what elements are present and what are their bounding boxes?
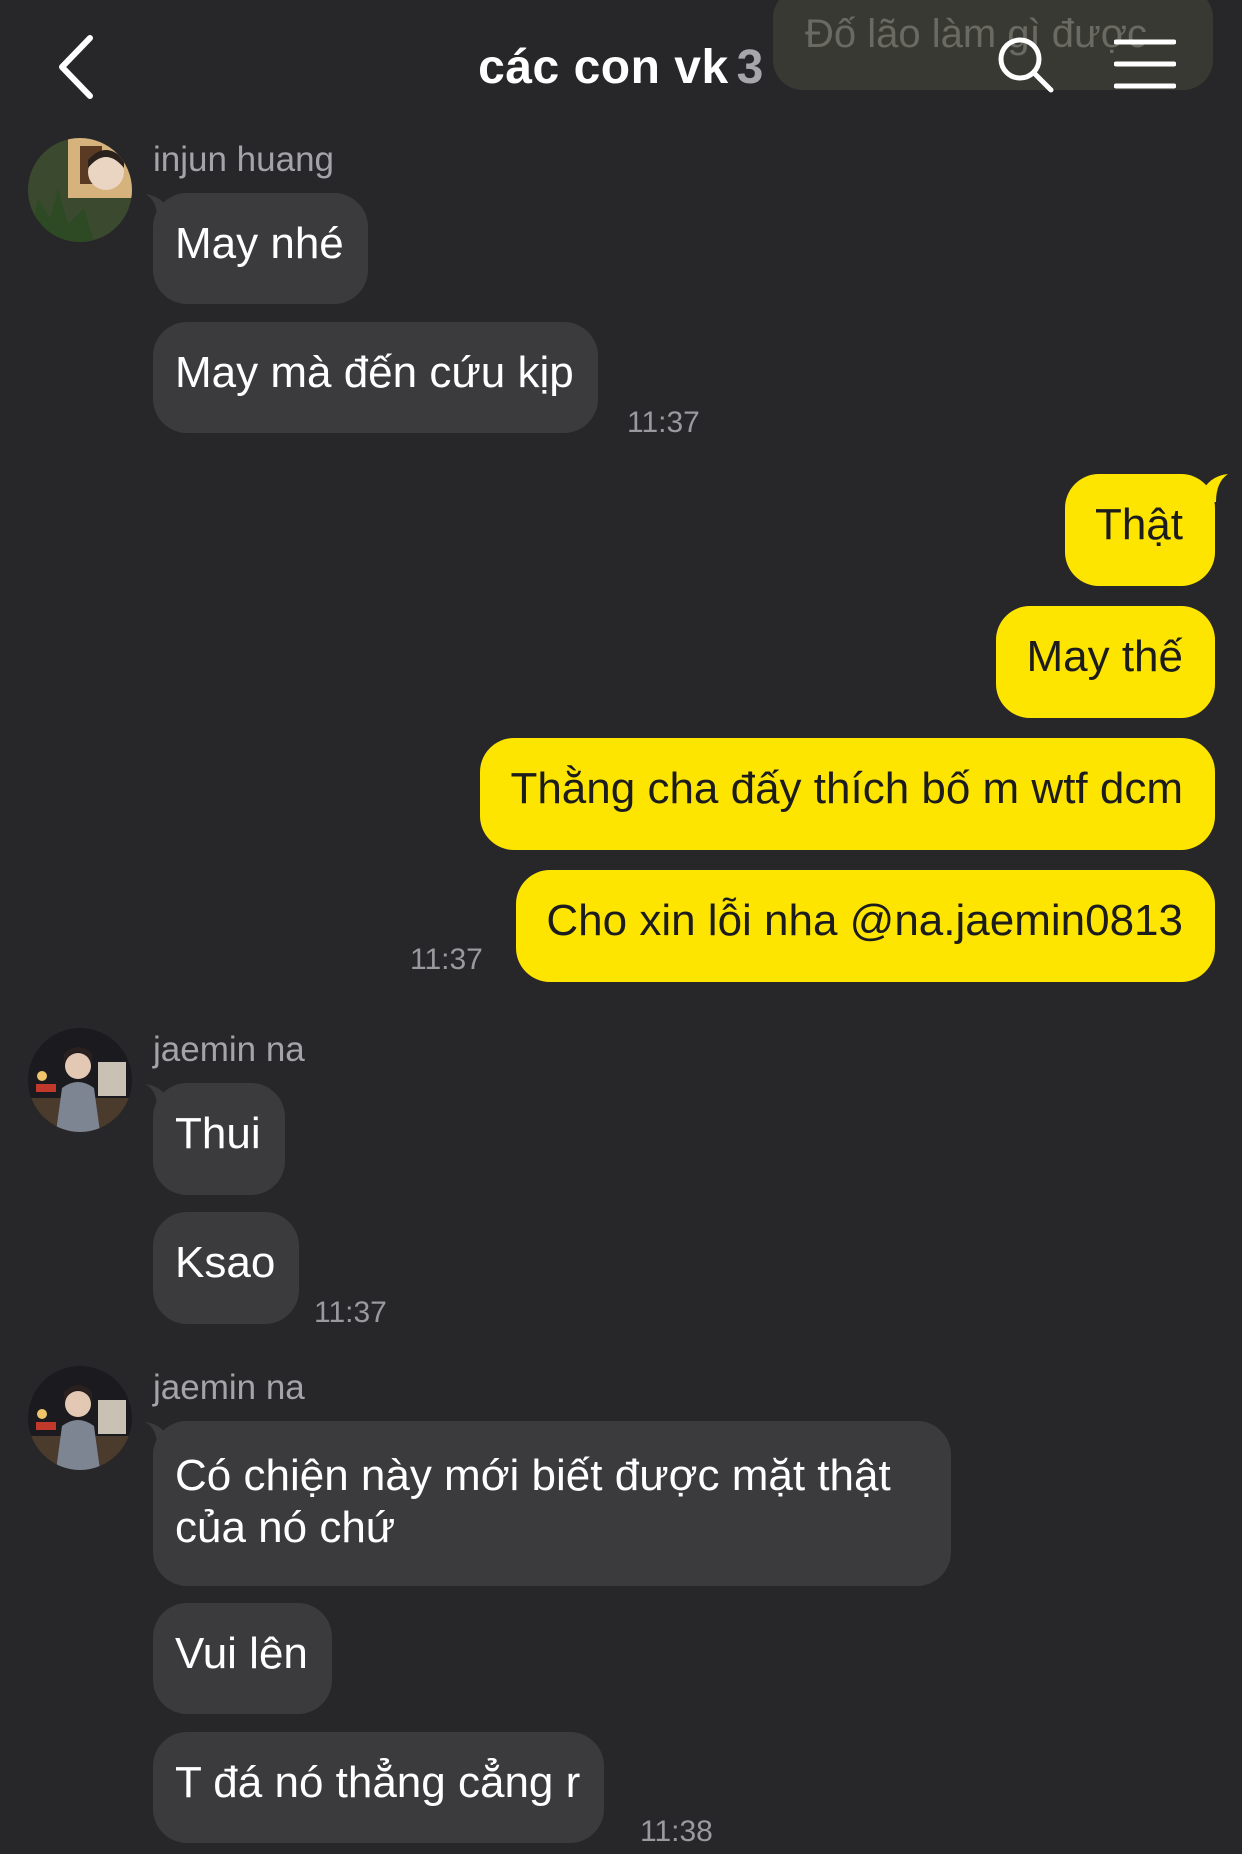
message-timestamp: 11:38 (640, 1815, 713, 1848)
sender-name: injun huang (153, 140, 334, 179)
sender-name: jaemin na (153, 1030, 305, 1069)
my-message-bubble[interactable]: May thế (996, 606, 1215, 718)
search-button[interactable] (995, 34, 1057, 96)
my-message-bubble[interactable]: Thằng cha đấy thích bố m wtf dcm (480, 738, 1215, 850)
message-bubble[interactable]: Vui lên (153, 1603, 332, 1714)
chat-header: Đố lão làm gì được các con vk 3 (0, 0, 1242, 128)
message-timestamp: 11:37 (627, 406, 700, 439)
message-timestamp: 11:37 (410, 943, 483, 976)
avatar-injun-huang[interactable] (28, 138, 132, 242)
avatar-jaemin-na[interactable] (28, 1028, 132, 1132)
menu-button[interactable] (1113, 38, 1177, 90)
avatar-photo (28, 1366, 132, 1470)
hamburger-menu-icon (1113, 39, 1177, 89)
search-icon (998, 37, 1054, 93)
message-bubble[interactable]: Thui (153, 1083, 285, 1195)
member-count: 3 (736, 41, 764, 94)
message-timestamp: 11:37 (314, 1296, 387, 1329)
message-bubble[interactable]: May nhé (153, 193, 368, 304)
chat-room-name: các con vk (478, 41, 729, 94)
my-message-bubble[interactable]: Cho xin lỗi nha @na.jaemin0813 (516, 870, 1215, 982)
message-bubble[interactable]: Có chiện này mới biết được mặt thật của … (153, 1421, 951, 1586)
avatar-photo (28, 138, 132, 242)
message-bubble[interactable]: Ksao (153, 1212, 300, 1324)
message-bubble[interactable]: May mà đến cứu kịp (153, 322, 598, 433)
avatar-jaemin-na[interactable] (28, 1366, 132, 1470)
my-message-bubble[interactable]: Thật (1064, 474, 1215, 586)
sender-name: jaemin na (153, 1368, 305, 1407)
avatar-photo (28, 1028, 132, 1132)
message-bubble[interactable]: T đá nó thẳng cẳng r (153, 1732, 605, 1843)
